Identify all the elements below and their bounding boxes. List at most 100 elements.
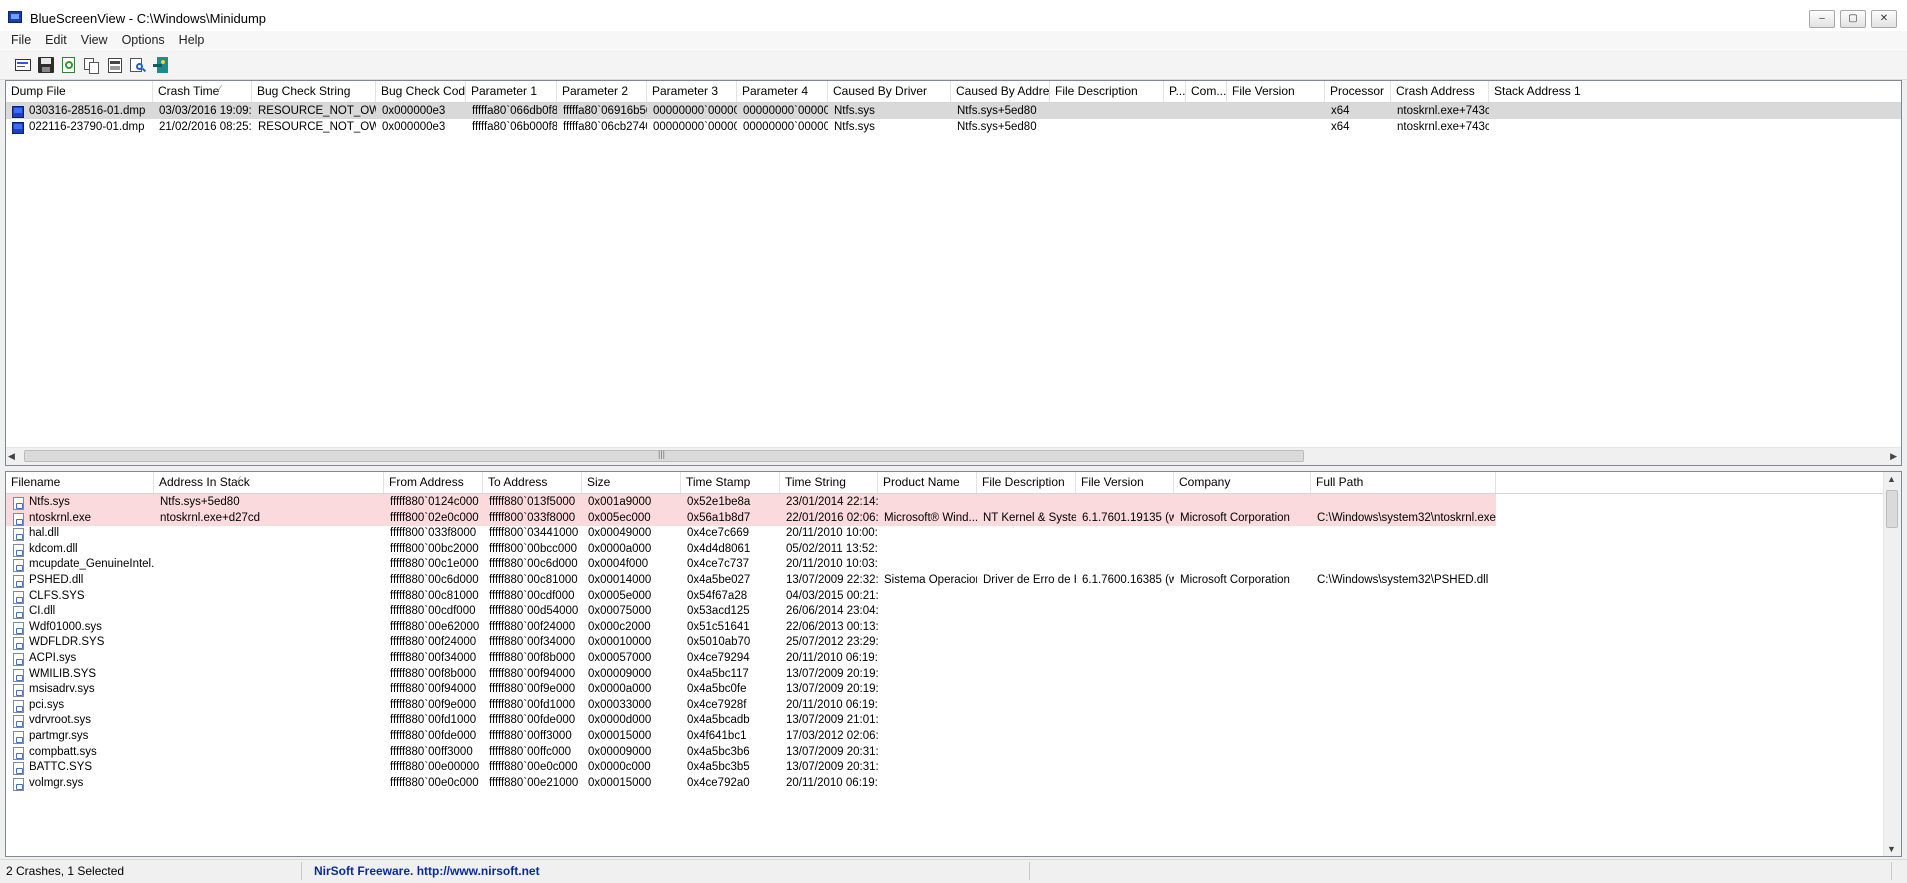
crash-list[interactable]: Dump File Crash Time Bug Check String Bug C…: [5, 80, 1902, 466]
copy-icon[interactable]: [83, 56, 102, 75]
exit-icon[interactable]: [152, 56, 171, 75]
module-row[interactable]: ACPI.sys fffff880`00f34000 fffff880`00f8b0…: [6, 650, 1901, 666]
module-row[interactable]: compbatt.sys fffff880`00ff3000 fffff880`00…: [6, 744, 1901, 760]
module-cell-time-string: 22/01/2016 02:06:31: [786, 511, 878, 524]
module-cell-file-version: [1077, 712, 1174, 728]
module-row[interactable]: WMILIB.SYS fffff880`00f8b000 fffff880`00f9…: [6, 666, 1901, 682]
menu-edit[interactable]: Edit: [38, 31, 74, 47]
module-row[interactable]: PSHED.dll fffff880`00c6d000 fffff880`00c81…: [6, 572, 1901, 588]
save-icon[interactable]: [37, 56, 56, 75]
module-cell-company: [1175, 681, 1311, 697]
column-header-parameter-2[interactable]: Parameter 2: [557, 81, 647, 102]
find-icon[interactable]: [129, 56, 148, 75]
column-header-crash-address[interactable]: Crash Address: [1391, 81, 1489, 102]
module-row[interactable]: CI.dll fffff880`00cdf000 fffff880`00d54000…: [6, 603, 1901, 620]
module-file-icon: [13, 512, 24, 526]
column-header-file-description[interactable]: File Description: [1050, 81, 1164, 102]
menu-view[interactable]: View: [74, 31, 115, 47]
module-cell-time-stamp: 0x4d4d8061: [687, 542, 751, 555]
horizontal-scrollbar[interactable]: ◀ ||| ▶: [6, 447, 1901, 465]
column-header-address-in-stack[interactable]: Address In Stack: [154, 472, 384, 493]
modules-list[interactable]: Filename Address In Stack From Address To A…: [5, 471, 1902, 857]
menu-file[interactable]: File: [4, 31, 38, 47]
column-header-to-address[interactable]: To Address: [483, 472, 582, 493]
module-cell-address-in-stack: [155, 712, 384, 728]
module-row[interactable]: mcupdate_GenuineIntel.dll fffff880`00c1e0…: [6, 556, 1901, 573]
menu-help[interactable]: Help: [172, 31, 212, 47]
html-report-icon[interactable]: [106, 56, 125, 75]
column-header-company[interactable]: Company: [1174, 472, 1311, 493]
module-row[interactable]: CLFS.SYS fffff880`00c81000 fffff880`00cdf0…: [6, 588, 1901, 604]
column-header-size[interactable]: Size: [582, 472, 681, 493]
column-header-bug-check-string[interactable]: Bug Check String: [252, 81, 376, 102]
module-row[interactable]: vdrvroot.sys fffff880`00fd1000 fffff880`00…: [6, 712, 1901, 729]
close-button[interactable]: ✕: [1871, 10, 1897, 28]
module-cell-size: 0x00009000: [588, 667, 652, 680]
column-header-com[interactable]: Com...: [1186, 81, 1227, 102]
column-header-caused-by-address[interactable]: Caused By Address: [951, 81, 1050, 102]
module-row[interactable]: hal.dll fffff800`033f8000 fffff800`0344100…: [6, 525, 1901, 542]
module-file-icon: [13, 575, 24, 588]
crash-row[interactable]: 022116-23790-01.dmp 21/02/2016 08:25:17 RE…: [6, 119, 1901, 135]
module-cell-file-version: [1077, 681, 1174, 697]
module-cell-from-address: fffff800`00bc2000: [390, 542, 479, 555]
column-header-stack-address-1[interactable]: Stack Address 1: [1489, 81, 1901, 102]
module-row[interactable]: ntoskrnl.exe ntoskrnl.exe+d27cd fffff800`0…: [6, 509, 1496, 526]
module-row[interactable]: partmgr.sys fffff880`00fde000 fffff880`00f…: [6, 728, 1901, 744]
column-header-product-name[interactable]: Product Name: [878, 472, 977, 493]
module-row[interactable]: BATTC.SYS fffff880`00e00000 fffff880`00e0c…: [6, 759, 1901, 776]
column-header-parameter-1[interactable]: Parameter 1: [466, 81, 557, 102]
column-header-from-address[interactable]: From Address: [384, 472, 483, 493]
menu-options[interactable]: Options: [115, 31, 172, 47]
maximize-button[interactable]: ▢: [1840, 10, 1866, 28]
column-header-bug-check-code[interactable]: Bug Check Code: [376, 81, 466, 102]
module-cell-company: [1175, 634, 1311, 650]
scroll-right-icon[interactable]: ▶: [1890, 451, 1897, 462]
module-cell-from-address: fffff880`00e00000: [390, 761, 480, 774]
module-cell-time-stamp: 0x4a5bc3b6: [687, 745, 750, 758]
module-row[interactable]: msisadrv.sys fffff880`00f94000 fffff880`00…: [6, 681, 1901, 698]
dump-file-icon: [12, 106, 24, 118]
column-header-p[interactable]: P...: [1164, 81, 1186, 102]
column-header-dump-file[interactable]: Dump File: [6, 81, 153, 102]
nirsoft-link[interactable]: NirSoft Freeware. http://www.nirsoft.net: [310, 862, 1030, 880]
column-header-time-stamp[interactable]: Time Stamp: [681, 472, 780, 493]
scroll-left-icon[interactable]: ◀: [8, 451, 15, 462]
column-header-full-path[interactable]: Full Path: [1311, 472, 1496, 493]
column-header-file-version[interactable]: File Version: [1076, 472, 1174, 493]
module-cell-size: 0x0000c000: [588, 761, 651, 774]
properties-icon[interactable]: [14, 56, 33, 75]
module-row[interactable]: Ntfs.sys Ntfs.sys+5ed80 fffff880`0124c000 f…: [6, 494, 1496, 510]
module-row[interactable]: pci.sys fffff880`00f9e000 fffff880`00fd100…: [6, 697, 1901, 713]
scroll-down-icon[interactable]: ▼: [1887, 844, 1896, 854]
module-cell-time-string: 20/11/2010 06:19:16: [786, 652, 878, 664]
column-header-file-description[interactable]: File Description: [977, 472, 1076, 493]
refresh-icon[interactable]: [60, 56, 79, 75]
module-cell-company: Microsoft Corporation: [1180, 511, 1290, 524]
minimize-button[interactable]: –: [1809, 10, 1835, 28]
column-header-file-version[interactable]: File Version: [1227, 81, 1325, 102]
crash-cell-parameter-3: 00000000`000000...: [653, 120, 737, 133]
column-header-processor[interactable]: Processor: [1325, 81, 1391, 102]
vertical-scrollbar[interactable]: ▲ ▼: [1883, 472, 1901, 856]
column-header-caused-by-driver[interactable]: Caused By Driver: [828, 81, 951, 102]
crash-row[interactable]: 030316-28516-01.dmp 03/03/2016 19:09:05 RE…: [6, 103, 1901, 119]
crash-cell-caused-by-address: Ntfs.sys+5ed80: [957, 120, 1037, 133]
module-row[interactable]: volmgr.sys fffff880`00e0c000 fffff880`00e2…: [6, 775, 1901, 791]
module-cell-from-address: fffff880`00e0c000: [390, 776, 479, 789]
module-row[interactable]: WDFLDR.SYS fffff880`00f24000 fffff880`00f3…: [6, 634, 1901, 651]
module-cell-address-in-stack: [155, 634, 384, 650]
module-row[interactable]: kdcom.dll fffff800`00bc2000 fffff800`00bcc…: [6, 541, 1901, 557]
column-header-parameter-4[interactable]: Parameter 4: [737, 81, 828, 102]
scroll-up-icon[interactable]: ▲: [1887, 474, 1896, 484]
module-file-icon: [13, 621, 24, 635]
vertical-scroll-thumb[interactable]: [1886, 490, 1898, 528]
module-cell-company: [1175, 525, 1311, 541]
column-header-time-string[interactable]: Time String: [780, 472, 878, 493]
column-header-crash-time[interactable]: Crash Time: [153, 81, 252, 102]
column-header-parameter-3[interactable]: Parameter 3: [647, 81, 737, 102]
column-header-filename[interactable]: Filename: [6, 472, 154, 493]
module-cell-size: 0x0000d000: [588, 714, 652, 727]
module-row[interactable]: Wdf01000.sys fffff880`00e62000 fffff880`00…: [6, 619, 1901, 635]
crash-cell-parameter-3: 00000000`000000...: [653, 105, 737, 117]
